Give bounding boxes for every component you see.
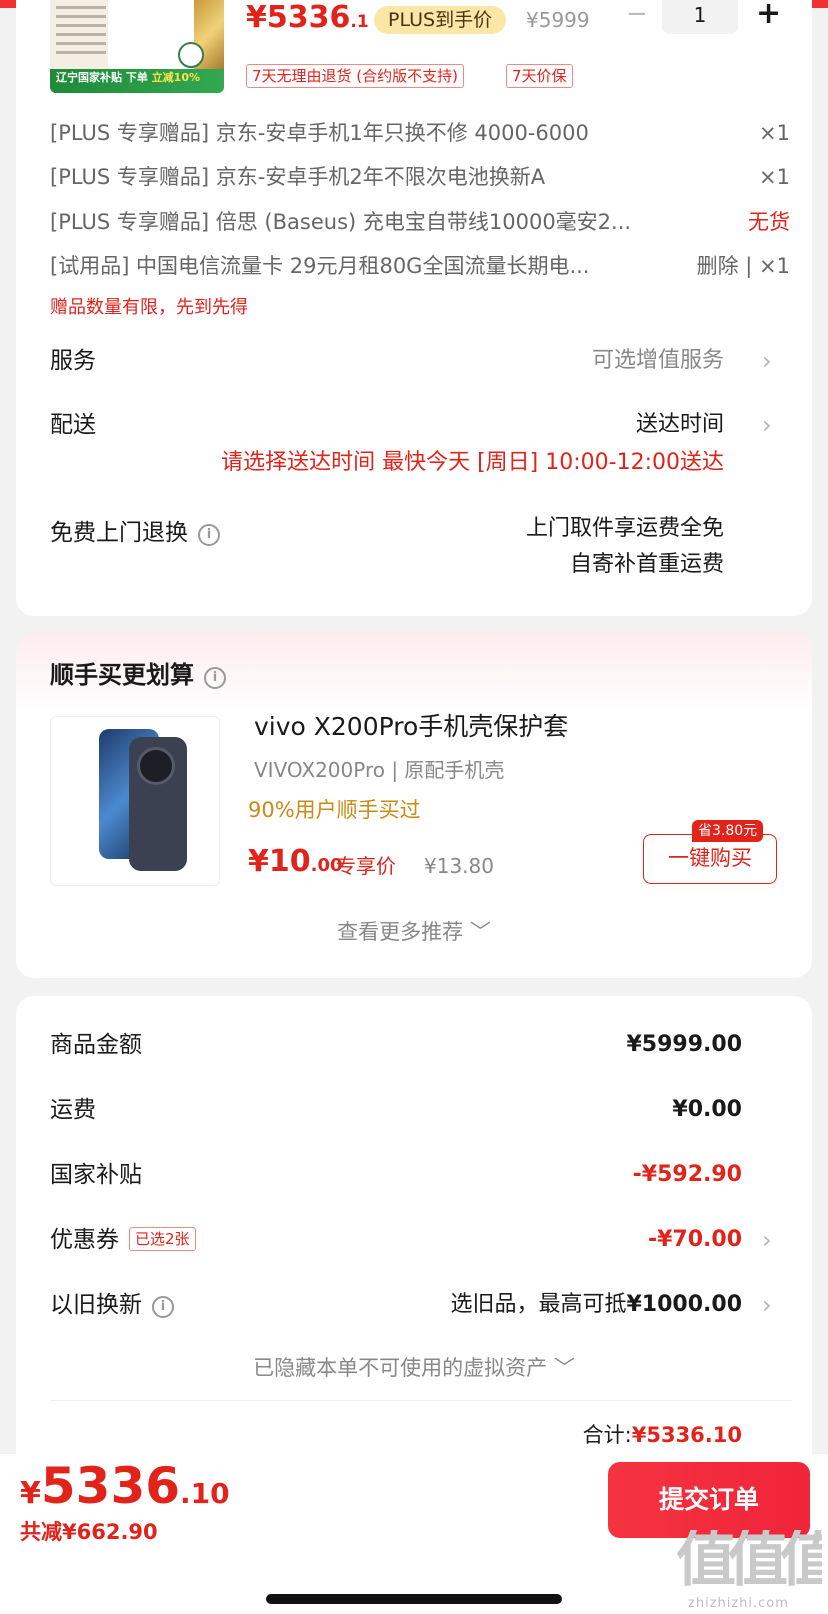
coupon-count-tag: 已选2张 — [129, 1227, 196, 1251]
coupon-label: 优惠券 已选2张 — [50, 1225, 196, 1255]
home-indicator[interactable] — [266, 1594, 562, 1604]
delete-trial-button[interactable]: 删除 | ×1 — [697, 252, 790, 280]
addon-section-title: 顺手买更划算 i — [50, 660, 226, 690]
delivery-hint[interactable]: 请选择送达时间 最快今天 [周日] 10:00-12:00送达 — [221, 448, 724, 478]
return-line2: 自寄补首重运费 — [569, 552, 724, 577]
shipping-value: ¥0.00 — [672, 1097, 742, 1122]
quantity-minus-button[interactable]: − — [626, 0, 648, 28]
divider — [50, 1400, 792, 1401]
chevron-right-icon[interactable]: › — [762, 346, 772, 376]
chevron-right-icon[interactable]: › — [762, 1225, 772, 1255]
submit-order-button[interactable]: 提交订单 — [608, 1462, 810, 1538]
total-line: 合计:¥5336.10 — [582, 1423, 742, 1447]
gift-qty: ×1 — [759, 165, 790, 189]
return-policy-badge: 7天无理由退货 (合约版不支持) — [246, 64, 465, 88]
trial-item[interactable]: [试用品] 中国电信流量卡 29元月租80G全国流量长期电... 删除 | ×1 — [50, 252, 790, 280]
shipping-label: 运费 — [50, 1097, 96, 1123]
free-return-label: 免费上门退换 i — [50, 518, 220, 548]
gift-item[interactable]: [PLUS 专享赠品] 京东-安卓手机2年不限次电池换新A ×1 — [50, 163, 790, 191]
quantity-input[interactable]: 1 — [662, 0, 738, 34]
more-recommendations-link[interactable]: 查看更多推荐 ﹀ — [0, 918, 828, 946]
service-label: 服务 — [50, 348, 96, 374]
hidden-assets-toggle[interactable]: 已隐藏本单不可使用的虚拟资产 ﹀ — [0, 1354, 828, 1382]
subsidy-banner: 辽宁国家补贴 下单 立减10% — [50, 69, 224, 93]
guarantee-seal — [178, 42, 204, 68]
chevron-right-icon[interactable]: › — [762, 410, 772, 440]
gift-qty: ×1 — [759, 121, 790, 145]
gift-item[interactable]: [PLUS 专享赠品] 倍思 (Baseus) 充电宝自带线10000毫安2..… — [50, 208, 790, 236]
save-amount-tag: 省3.80元 — [692, 820, 764, 842]
total-saved: 共减¥662.90 — [20, 1520, 158, 1544]
addon-price: ¥10.00 — [248, 844, 343, 879]
trade-in-value[interactable]: 选旧品，最高可抵¥1000.00 — [450, 1290, 742, 1320]
phone-case-image[interactable] — [50, 716, 220, 886]
gift-limit-note: 赠品数量有限，先到先得 — [50, 297, 248, 318]
subsidy-label: 国家补贴 — [50, 1162, 142, 1188]
camera-module — [137, 747, 175, 785]
product-image[interactable]: 辽宁国家补贴 下单 立减10% — [50, 0, 224, 93]
addon-buyers: 90%用户顺手买过 — [248, 798, 421, 822]
coupon-value[interactable]: -¥70.00 — [648, 1225, 742, 1255]
delivery-label: 配送 — [50, 412, 96, 438]
subsidy-value: -¥592.90 — [632, 1162, 742, 1187]
addon-original-price: ¥13.80 — [424, 854, 494, 878]
gift-item[interactable]: [PLUS 专享赠品] 京东-安卓手机1年只换不修 4000-6000 ×1 — [50, 119, 790, 147]
final-price: ¥5336.10 — [20, 1457, 230, 1515]
product-image-text — [56, 6, 106, 60]
quantity-plus-button[interactable]: + — [756, 0, 781, 30]
info-icon[interactable]: i — [152, 1296, 174, 1318]
chevron-right-icon[interactable]: › — [762, 1290, 772, 1320]
goods-amount-label: 商品金额 — [50, 1032, 142, 1058]
delivery-time-button[interactable]: 送达时间 — [636, 410, 724, 440]
addon-member-label: 专享价 — [336, 854, 396, 878]
goods-amount-value: ¥5999.00 — [626, 1032, 742, 1057]
info-icon[interactable]: i — [204, 667, 226, 689]
price-protect-badge: 7天价保 — [506, 64, 573, 88]
addon-spec: VIVOX200Pro | 原配手机壳 — [254, 758, 505, 782]
out-of-stock-label: 无货 — [748, 210, 790, 234]
product-price: ¥5336.1 — [246, 0, 369, 35]
original-price: ¥5999 — [526, 8, 590, 32]
info-icon[interactable]: i — [198, 524, 220, 546]
service-value[interactable]: 可选增值服务 — [592, 346, 724, 376]
watermark-logo: 值值值 — [676, 1530, 822, 1595]
watermark-url: zhizhizhi.com — [688, 1596, 789, 1611]
trade-in-label: 以旧换新 i — [50, 1290, 174, 1320]
plus-price-tag: PLUS到手价 — [374, 6, 507, 34]
return-line1: 上门取件享运费全免 — [525, 516, 724, 541]
addon-name[interactable]: vivo X200Pro手机壳保护套 — [254, 710, 568, 744]
